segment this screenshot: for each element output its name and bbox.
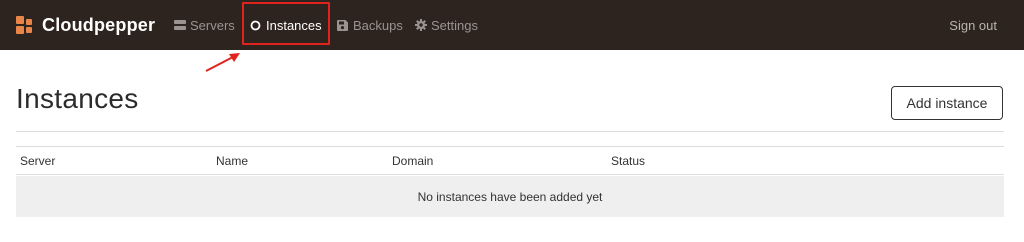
table-header: Server Name Domain Status [16, 146, 1004, 175]
sign-out-link[interactable]: Sign out [949, 0, 997, 50]
nav-item-settings[interactable]: Settings [414, 0, 478, 50]
floppy-disk-icon [336, 19, 349, 32]
column-header-server: Server [20, 154, 56, 168]
server-icon [173, 19, 186, 32]
nav-item-label: Servers [190, 17, 235, 33]
empty-table-row: No instances have been added yet [16, 176, 1004, 217]
nav-item-backups[interactable]: Backups [336, 0, 403, 50]
column-header-name: Name [216, 154, 249, 168]
cloudpepper-logo-icon [16, 16, 34, 34]
brand[interactable]: Cloudpepper [16, 13, 155, 37]
nav-item-label: Instances [266, 17, 322, 33]
circle-icon [249, 19, 262, 32]
nav-item-servers[interactable]: Servers [173, 0, 235, 50]
nav-item-label: Backups [353, 17, 403, 33]
page-title: Instances [16, 83, 139, 114]
brand-name: Cloudpepper [42, 14, 156, 35]
annotation-arrow-icon [205, 53, 240, 72]
nav-item-label: Settings [431, 17, 478, 33]
divider [16, 131, 1004, 132]
gear-icon [414, 19, 427, 32]
nav-item-instances[interactable]: Instances [249, 0, 322, 50]
add-instance-button[interactable]: Add instance [891, 86, 1003, 120]
top-navbar: Cloudpepper Servers Instances Backups Se… [0, 0, 1024, 50]
column-header-domain: Domain [392, 154, 434, 168]
column-header-status: Status [611, 154, 646, 168]
